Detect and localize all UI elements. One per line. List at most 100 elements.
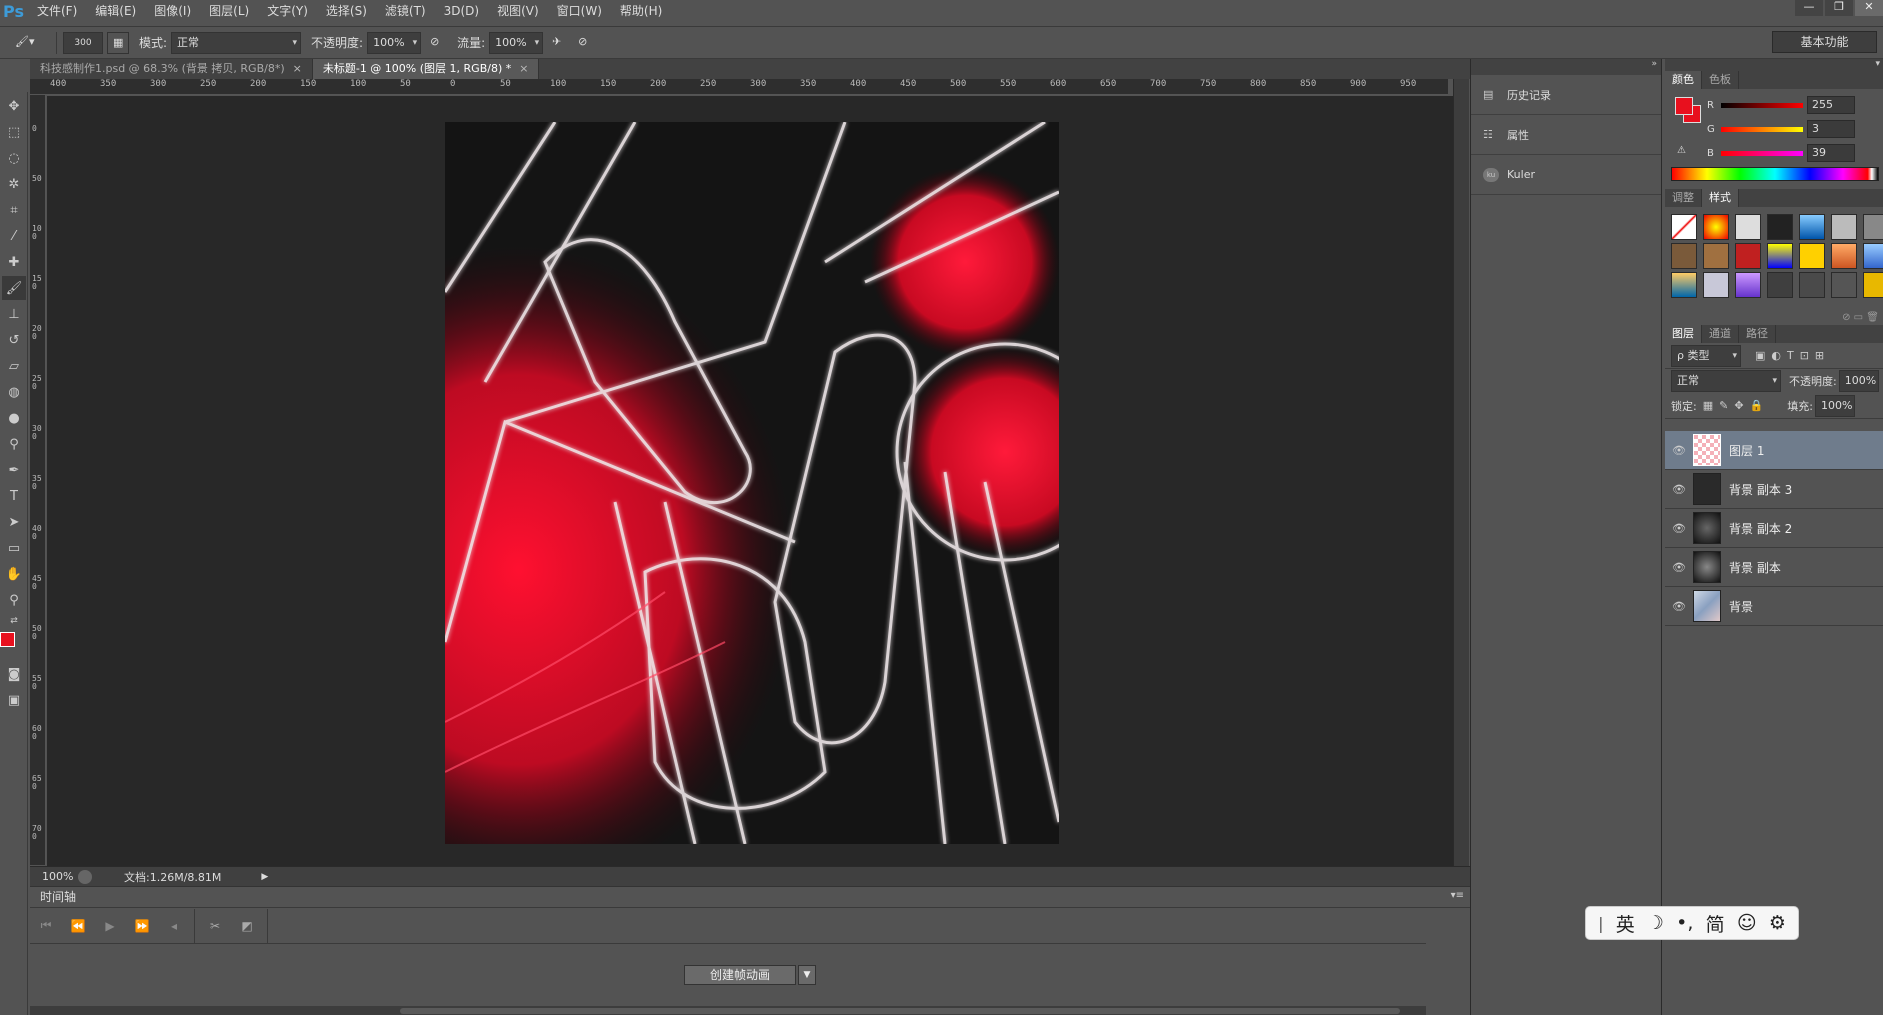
blur-tool-icon[interactable]: ● bbox=[2, 406, 26, 430]
settings-gear-icon[interactable]: ⚙ bbox=[1769, 912, 1786, 934]
magic-wand-icon[interactable]: ✲ bbox=[2, 172, 26, 196]
menu-select[interactable]: 选择(S) bbox=[317, 0, 376, 22]
swap-colors-icon[interactable]: ⇄ bbox=[2, 614, 26, 628]
tab-swatches[interactable]: 色板 bbox=[1702, 71, 1739, 89]
gamut-warning-icon[interactable]: ⚠ bbox=[1677, 145, 1686, 156]
quick-mask-icon[interactable]: ◙ bbox=[2, 662, 26, 686]
style-preset[interactable] bbox=[1703, 243, 1729, 269]
screen-mode-icon[interactable]: ▣ bbox=[2, 688, 26, 712]
play-icon[interactable]: ▶ bbox=[94, 919, 126, 933]
crop-tool-icon[interactable]: ⌗ bbox=[2, 198, 26, 222]
opacity-input[interactable]: 100% bbox=[367, 31, 422, 54]
flow-input[interactable]: 100% bbox=[489, 31, 544, 54]
pressure-opacity-icon[interactable]: ⊘ bbox=[425, 31, 448, 54]
airbrush-icon[interactable]: ✈ bbox=[547, 31, 570, 54]
path-select-icon[interactable]: ➤ bbox=[2, 510, 26, 534]
horizontal-ruler[interactable]: 400 350 300 250 200 150 100 50 0 50 100 150 200 250 30… bbox=[30, 79, 1448, 95]
panel-kuler[interactable]: ku Kuler bbox=[1471, 155, 1661, 195]
document-canvas[interactable] bbox=[445, 122, 1059, 844]
mode-select[interactable]: 正常 bbox=[171, 31, 302, 54]
layer-row[interactable]: 👁 背景 副本 2 bbox=[1665, 509, 1883, 548]
healing-brush-icon[interactable]: ✚ bbox=[2, 250, 26, 274]
menu-help[interactable]: 帮助(H) bbox=[611, 0, 671, 22]
layer-filter-icons[interactable]: ▣◐T⊡⊞ bbox=[1755, 349, 1830, 362]
type-tool-icon[interactable]: T bbox=[2, 484, 26, 508]
brush-panel-icon[interactable]: ▦ bbox=[107, 31, 129, 54]
visibility-eye-icon[interactable]: 👁 bbox=[1665, 561, 1693, 574]
lasso-tool-icon[interactable]: ◌ bbox=[2, 146, 26, 170]
punctuation-icon[interactable]: •, bbox=[1676, 912, 1693, 934]
style-preset[interactable] bbox=[1831, 243, 1857, 269]
menu-layer[interactable]: 图层(L) bbox=[200, 0, 258, 22]
green-value-input[interactable]: 3 bbox=[1807, 120, 1855, 138]
dock-collapse-icon[interactable]: » bbox=[1471, 59, 1661, 75]
red-slider[interactable] bbox=[1721, 102, 1803, 108]
fill-input[interactable]: 100% bbox=[1814, 394, 1855, 417]
timeline-scroll-thumb[interactable] bbox=[400, 1008, 1400, 1014]
menu-view[interactable]: 视图(V) bbox=[488, 0, 548, 22]
animation-type-dropdown[interactable]: ▼ bbox=[798, 965, 816, 985]
tab-channels[interactable]: 通道 bbox=[1702, 325, 1739, 343]
panel-history[interactable]: ▤ 历史记录 bbox=[1471, 75, 1661, 115]
move-tool-icon[interactable]: ✥ bbox=[2, 94, 26, 118]
style-preset[interactable] bbox=[1831, 214, 1857, 240]
style-preset[interactable] bbox=[1799, 272, 1825, 298]
tab-adjustments[interactable]: 调整 bbox=[1665, 189, 1702, 207]
style-preset[interactable] bbox=[1863, 243, 1883, 269]
style-preset[interactable] bbox=[1799, 243, 1825, 269]
shape-tool-icon[interactable]: ▭ bbox=[2, 536, 26, 560]
tab-color[interactable]: 颜色 bbox=[1665, 71, 1702, 89]
scissors-icon[interactable]: ✂ bbox=[199, 919, 231, 933]
style-preset[interactable] bbox=[1767, 243, 1793, 269]
layer-opacity-input[interactable]: 100% bbox=[1838, 370, 1879, 392]
style-preset[interactable] bbox=[1671, 243, 1697, 269]
close-tab-icon[interactable]: × bbox=[519, 62, 528, 75]
menu-filter[interactable]: 滤镜(T) bbox=[376, 0, 435, 22]
next-frame-icon[interactable]: ⏩ bbox=[126, 919, 158, 933]
tab-document-1[interactable]: 科技感制作1.psd @ 68.3% (背景 拷贝, RGB/8*) × bbox=[30, 59, 313, 79]
zoom-tool-icon[interactable]: ⚲ bbox=[2, 588, 26, 612]
color-spectrum[interactable] bbox=[1671, 167, 1879, 181]
timeline-menu-icon[interactable]: ▾≡ bbox=[1451, 890, 1464, 901]
close-tab-icon[interactable]: × bbox=[293, 62, 302, 75]
eyedropper-icon[interactable]: ⁄ bbox=[2, 224, 26, 248]
brush-size-picker[interactable]: 300 bbox=[63, 31, 103, 54]
clone-stamp-icon[interactable]: ⊥ bbox=[2, 302, 26, 326]
close-button[interactable]: ✕ bbox=[1855, 0, 1883, 16]
style-preset[interactable] bbox=[1863, 272, 1883, 298]
blend-mode-select[interactable]: 正常 bbox=[1671, 370, 1781, 392]
create-frame-animation-button[interactable]: 创建帧动画 bbox=[684, 965, 796, 985]
tab-layers[interactable]: 图层 bbox=[1665, 325, 1702, 343]
eraser-icon[interactable]: ▱ bbox=[2, 354, 26, 378]
green-slider[interactable] bbox=[1721, 126, 1803, 132]
pressure-size-icon[interactable]: ⊘ bbox=[573, 31, 596, 54]
lock-icons[interactable]: ▦✎✥🔒 bbox=[1703, 399, 1770, 412]
ime-handle-icon[interactable]: | bbox=[1598, 914, 1603, 933]
panel-properties[interactable]: ☷ 属性 bbox=[1471, 115, 1661, 155]
layer-row[interactable]: 👁 背景 副本 3 bbox=[1665, 470, 1883, 509]
status-info-icon[interactable] bbox=[78, 869, 92, 884]
pen-tool-icon[interactable]: ✒ bbox=[2, 458, 26, 482]
style-preset[interactable] bbox=[1671, 272, 1697, 298]
style-preset[interactable] bbox=[1671, 214, 1697, 240]
style-preset[interactable] bbox=[1735, 272, 1761, 298]
workspace-switcher[interactable]: 基本功能 bbox=[1772, 31, 1877, 53]
foreground-color[interactable] bbox=[0, 632, 15, 647]
ime-language-toggle[interactable]: 英 bbox=[1616, 910, 1635, 937]
history-brush-icon[interactable]: ↺ bbox=[2, 328, 26, 352]
style-preset[interactable] bbox=[1735, 243, 1761, 269]
ime-script-toggle[interactable]: 简 bbox=[1706, 910, 1725, 937]
zoom-level[interactable]: 100% bbox=[30, 870, 73, 883]
tab-styles[interactable]: 样式 bbox=[1702, 189, 1739, 207]
layer-row[interactable]: 👁 图层 1 bbox=[1665, 431, 1883, 470]
blue-value-input[interactable]: 39 bbox=[1807, 144, 1855, 162]
vertical-ruler[interactable]: 0 50 100 150 200 250 300 350 400 450 500 550 600 650 7… bbox=[30, 95, 46, 865]
style-preset[interactable] bbox=[1863, 214, 1883, 240]
visibility-eye-icon[interactable]: 👁 bbox=[1665, 600, 1693, 613]
visibility-eye-icon[interactable]: 👁 bbox=[1665, 483, 1693, 496]
marquee-tool-icon[interactable]: ⬚ bbox=[2, 120, 26, 144]
prev-frame-icon[interactable]: ⏪ bbox=[62, 919, 94, 933]
style-preset[interactable] bbox=[1703, 272, 1729, 298]
hand-tool-icon[interactable]: ✋ bbox=[2, 562, 26, 586]
tab-document-2[interactable]: 未标题-1 @ 100% (图层 1, RGB/8) * × bbox=[312, 59, 540, 79]
